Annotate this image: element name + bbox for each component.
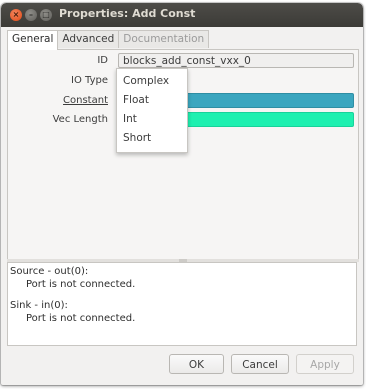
close-window-button[interactable]: × <box>10 9 22 21</box>
apply-button[interactable]: Apply <box>296 354 354 374</box>
source-port-message: Port is not connected. <box>26 279 136 290</box>
sink-port-message: Port is not connected. <box>26 313 136 324</box>
id-label: ID <box>97 55 108 66</box>
tab-bar: General Advanced Documentation <box>7 30 210 50</box>
io-type-option-short[interactable]: Short <box>117 129 187 148</box>
source-port-header: Source - out(0): <box>10 266 89 277</box>
sink-port-header: Sink - in(0): <box>10 300 68 311</box>
close-icon: × <box>12 10 20 19</box>
window-title: Properties: Add Const <box>59 7 196 20</box>
title-bar: × – □ Properties: Add Const <box>1 3 363 27</box>
properties-dialog: × – □ Properties: Add Const General Adva… <box>1 3 363 385</box>
minimize-icon: – <box>29 10 33 19</box>
tab-documentation[interactable]: Documentation <box>118 30 210 48</box>
tab-advanced[interactable]: Advanced <box>57 30 120 48</box>
port-status-console: Source - out(0): Port is not connected. … <box>7 262 357 346</box>
io-type-label: IO Type <box>71 75 108 86</box>
ok-button[interactable]: OK <box>169 354 224 374</box>
io-type-dropdown-menu[interactable]: Complex Float Int Short <box>116 68 188 153</box>
cancel-button[interactable]: Cancel <box>231 354 289 374</box>
vec-length-label: Vec Length <box>52 114 108 125</box>
id-field[interactable]: blocks_add_const_vxx_0 <box>118 53 354 68</box>
maximize-icon: □ <box>42 10 50 19</box>
minimize-window-button[interactable]: – <box>25 9 37 21</box>
io-type-option-float[interactable]: Float <box>117 91 187 110</box>
constant-label: Constant <box>63 95 108 106</box>
maximize-window-button[interactable]: □ <box>40 9 52 21</box>
io-type-option-int[interactable]: Int <box>117 110 187 129</box>
tab-general[interactable]: General <box>7 30 59 50</box>
io-type-option-complex[interactable]: Complex <box>117 72 187 91</box>
